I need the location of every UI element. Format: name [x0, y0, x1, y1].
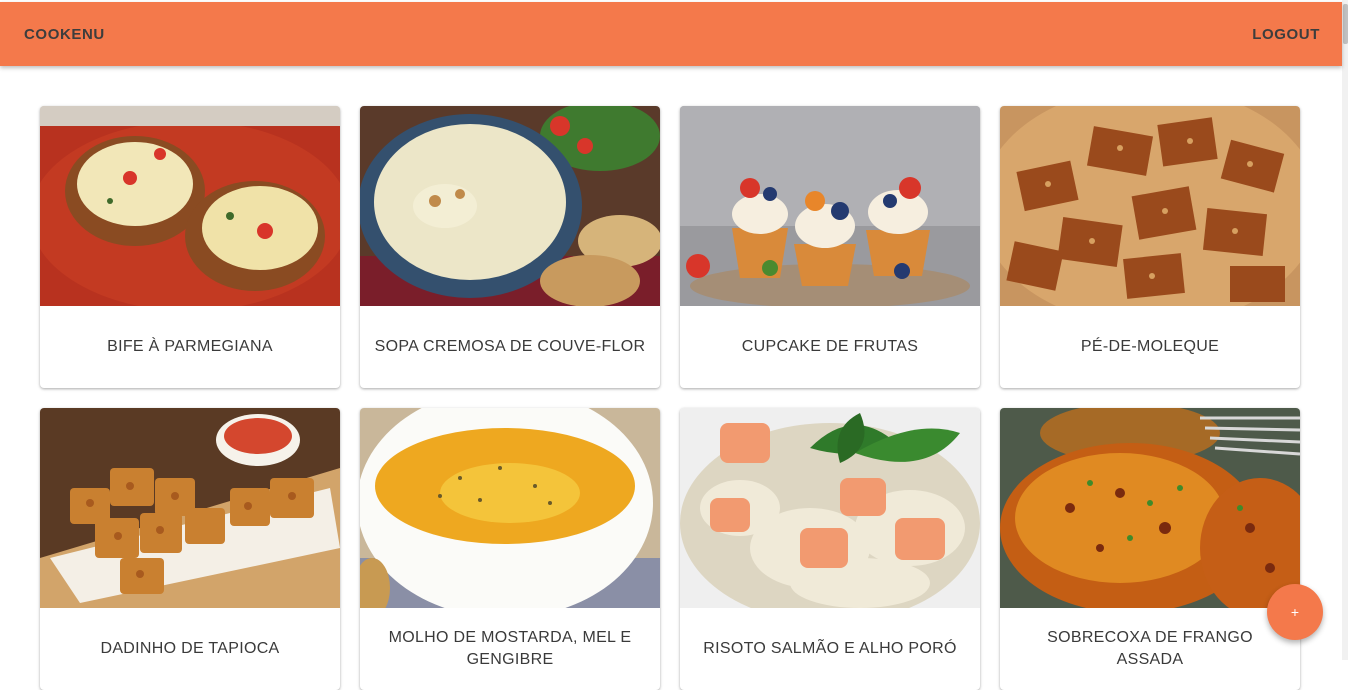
recipe-card[interactable]: PÉ-DE-MOLEQUE [1000, 106, 1300, 388]
logout-button[interactable]: LOGOUT [1252, 26, 1320, 43]
recipe-card[interactable]: SOPA CREMOSA DE COUVE-FLOR [360, 106, 660, 388]
recipe-image [40, 106, 340, 306]
recipe-card[interactable]: MOLHO DE MOSTARDA, MEL E GENGIBRE [360, 408, 660, 690]
recipe-image [680, 408, 980, 608]
recipe-image [1000, 106, 1300, 306]
recipe-title: PÉ-DE-MOLEQUE [1080, 338, 1220, 355]
recipe-image [1000, 408, 1300, 608]
recipe-image [360, 106, 660, 306]
recipe-card[interactable]: SOBRECOXA DE FRANGO ASSADA [1000, 408, 1300, 690]
recipe-image [680, 106, 980, 306]
recipe-title: SOPA CREMOSA DE COUVE-FLOR [374, 338, 646, 355]
recipe-card[interactable]: BIFE À PARMEGIANA [40, 106, 340, 388]
recipe-grid: BIFE À PARMEGIANA SOPA CREMOSA DE COUVE-… [40, 106, 1300, 690]
recipe-title: CUPCAKE DE FRUTAS [741, 338, 919, 355]
recipe-image [360, 408, 660, 608]
add-recipe-button[interactable]: + [1267, 584, 1323, 640]
app-bar: COOKENU LOGOUT [0, 2, 1342, 66]
recipe-title: MOLHO DE MOSTARDA, MEL E GENGIBRE [388, 629, 632, 668]
recipe-image [40, 408, 340, 608]
recipe-title: BIFE À PARMEGIANA [107, 338, 273, 355]
recipe-title: SOBRECOXA DE FRANGO ASSADA [1047, 629, 1253, 668]
recipe-card[interactable]: CUPCAKE DE FRUTAS [680, 106, 980, 388]
recipe-title: RISOTO SALMÃO E ALHO PORÓ [703, 640, 957, 657]
brand-button[interactable]: COOKENU [24, 26, 105, 43]
page-scrollbar[interactable] [1342, 0, 1348, 660]
scrollbar-thumb[interactable] [1343, 4, 1348, 44]
recipe-card[interactable]: RISOTO SALMÃO E ALHO PORÓ [680, 408, 980, 690]
recipe-title: DADINHO DE TAPIOCA [100, 640, 280, 657]
recipe-card[interactable]: DADINHO DE TAPIOCA [40, 408, 340, 690]
